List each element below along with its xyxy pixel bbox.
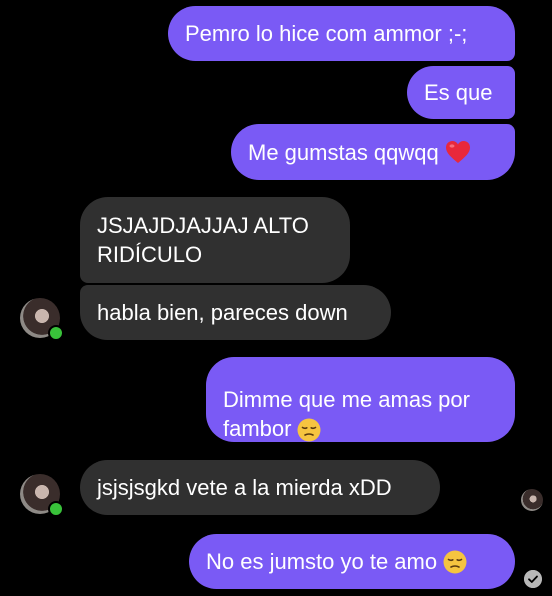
sent-message[interactable]: Dimme que me amas por fambor: [206, 357, 515, 442]
sent-message[interactable]: Pemro lo hice com ammor ;-;: [168, 6, 515, 61]
sent-message[interactable]: Es que: [407, 66, 515, 119]
sent-message[interactable]: No es jumsto yo te amo: [189, 534, 515, 589]
received-message[interactable]: habla bien, pareces down: [80, 285, 391, 340]
message-text: JSJAJDJAJJAJ ALTO RIDÍCULO: [97, 213, 309, 267]
sent-message[interactable]: Me gumstas qqwqq: [231, 124, 515, 180]
red-heart-emoji-icon: [445, 141, 470, 163]
pensive-face-emoji-icon: [297, 418, 321, 442]
received-message[interactable]: jsjsjsgkd vete a la mierda xDD: [80, 460, 440, 515]
check-circle-icon: [524, 570, 542, 588]
seen-indicator-avatar: [521, 489, 543, 511]
received-message[interactable]: JSJAJDJAJJAJ ALTO RIDÍCULO: [80, 197, 350, 283]
message-text: habla bien, pareces down: [97, 300, 348, 325]
pensive-face-emoji-icon: [443, 550, 467, 573]
message-text: Dimme que me amas por fambor: [223, 387, 470, 442]
message-text: No es jumsto yo te amo: [206, 549, 438, 574]
online-status-indicator: [48, 501, 64, 517]
message-text: Me gumstas qqwqq: [248, 139, 439, 165]
online-status-indicator: [48, 325, 64, 341]
message-text: jsjsjsgkd vete a la mierda xDD: [97, 475, 392, 500]
message-text: Es que: [424, 80, 493, 105]
message-text: Pemro lo hice com ammor ;-;: [185, 21, 468, 46]
